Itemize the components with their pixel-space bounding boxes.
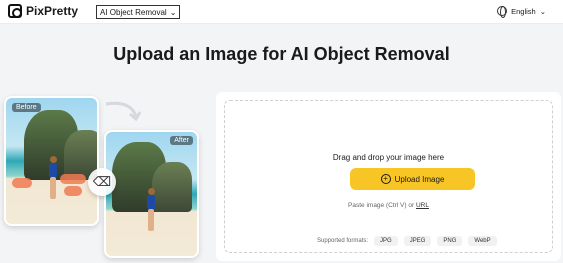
formats-label: Supported formats:: [317, 238, 369, 244]
upload-image-button[interactable]: + Upload Image: [350, 168, 475, 190]
url-link[interactable]: URL: [416, 202, 429, 209]
supported-formats: Supported formats: JPG JPEG PNG WebP: [317, 236, 497, 246]
brand-name: PixPretty: [26, 4, 79, 18]
upload-panel: Drag and drop your image here + Upload I…: [216, 92, 561, 261]
upload-button-label: Upload Image: [394, 174, 445, 184]
arrow-icon: [105, 101, 142, 122]
format-badge-jpeg: JPEG: [403, 236, 432, 246]
logo-icon: [8, 4, 22, 18]
chevron-down-icon: ⌄: [169, 7, 177, 17]
before-image: Before: [4, 96, 99, 226]
drag-drop-text: Drag and drop your image here: [332, 153, 445, 162]
drop-zone[interactable]: Drag and drop your image here + Upload I…: [224, 100, 553, 253]
before-after-demo: Before After ⌫: [4, 96, 204, 262]
after-label: After: [170, 136, 193, 145]
page-title: Upload an Image for AI Object Removal: [113, 44, 450, 64]
globe-icon: [497, 6, 508, 18]
after-image: After: [104, 130, 199, 258]
format-badge-webp: WebP: [468, 236, 497, 246]
tool-select-dropdown[interactable]: AI Object Removal ⌄: [96, 5, 181, 19]
chevron-down-icon: ⌄: [539, 6, 546, 16]
format-badge-png: PNG: [437, 236, 463, 246]
format-badge-jpg: JPG: [374, 236, 398, 246]
language-selector[interactable]: English ⌄: [497, 6, 546, 18]
before-label: Before: [12, 103, 41, 112]
language-label: English: [511, 6, 536, 16]
header-bar: PixPretty AI Object Removal ⌄ English ⌄: [0, 0, 563, 24]
paste-hint: Paste image (Ctrl V) or URL: [225, 202, 552, 209]
paste-text: Paste image (Ctrl V) or: [348, 202, 415, 209]
logo[interactable]: PixPretty: [8, 4, 78, 18]
eraser-icon: ⌫: [88, 168, 116, 196]
tool-select-value: AI Object Removal: [100, 7, 167, 17]
plus-icon: +: [380, 174, 391, 184]
